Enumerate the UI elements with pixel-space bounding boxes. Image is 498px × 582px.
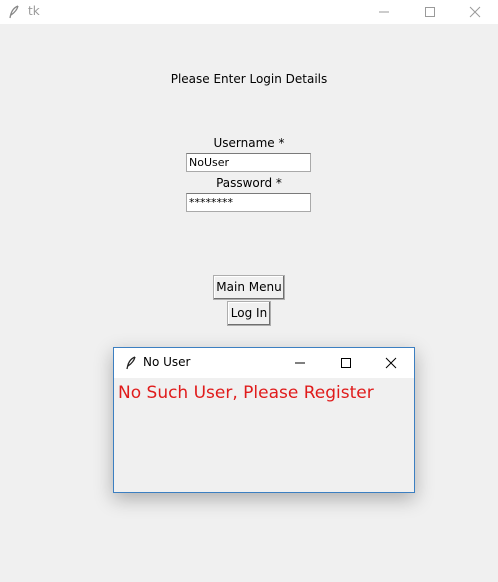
dialog-minimize-button[interactable] xyxy=(277,348,323,378)
maximize-icon xyxy=(425,7,435,17)
no-user-dialog: No User No Such User, Please Register xyxy=(113,347,415,493)
log-in-button[interactable]: Log In xyxy=(227,301,271,326)
main-menu-button[interactable]: Main Menu xyxy=(213,275,285,300)
username-label: Username * xyxy=(213,136,285,150)
username-input[interactable]: NoUser xyxy=(186,153,311,172)
minimize-icon xyxy=(295,362,305,364)
feather-icon xyxy=(126,356,136,370)
close-icon xyxy=(385,357,397,369)
dialog-titlebar[interactable]: No User xyxy=(114,348,414,378)
main-titlebar[interactable]: tk xyxy=(0,0,498,24)
dialog-title: No User xyxy=(143,355,191,369)
window-title: tk xyxy=(28,4,40,18)
close-icon xyxy=(469,6,481,18)
error-message: No Such User, Please Register xyxy=(118,383,374,403)
close-button[interactable] xyxy=(452,0,498,24)
password-label: Password * xyxy=(216,176,282,190)
minimize-button[interactable] xyxy=(361,0,407,24)
dialog-close-button[interactable] xyxy=(368,348,414,378)
minimize-icon xyxy=(379,11,389,13)
password-input[interactable]: ******** xyxy=(186,193,311,212)
dialog-maximize-button[interactable] xyxy=(323,348,369,378)
login-heading: Please Enter Login Details xyxy=(170,72,328,86)
feather-icon xyxy=(9,5,19,19)
maximize-button[interactable] xyxy=(407,0,453,24)
maximize-icon xyxy=(341,358,351,368)
